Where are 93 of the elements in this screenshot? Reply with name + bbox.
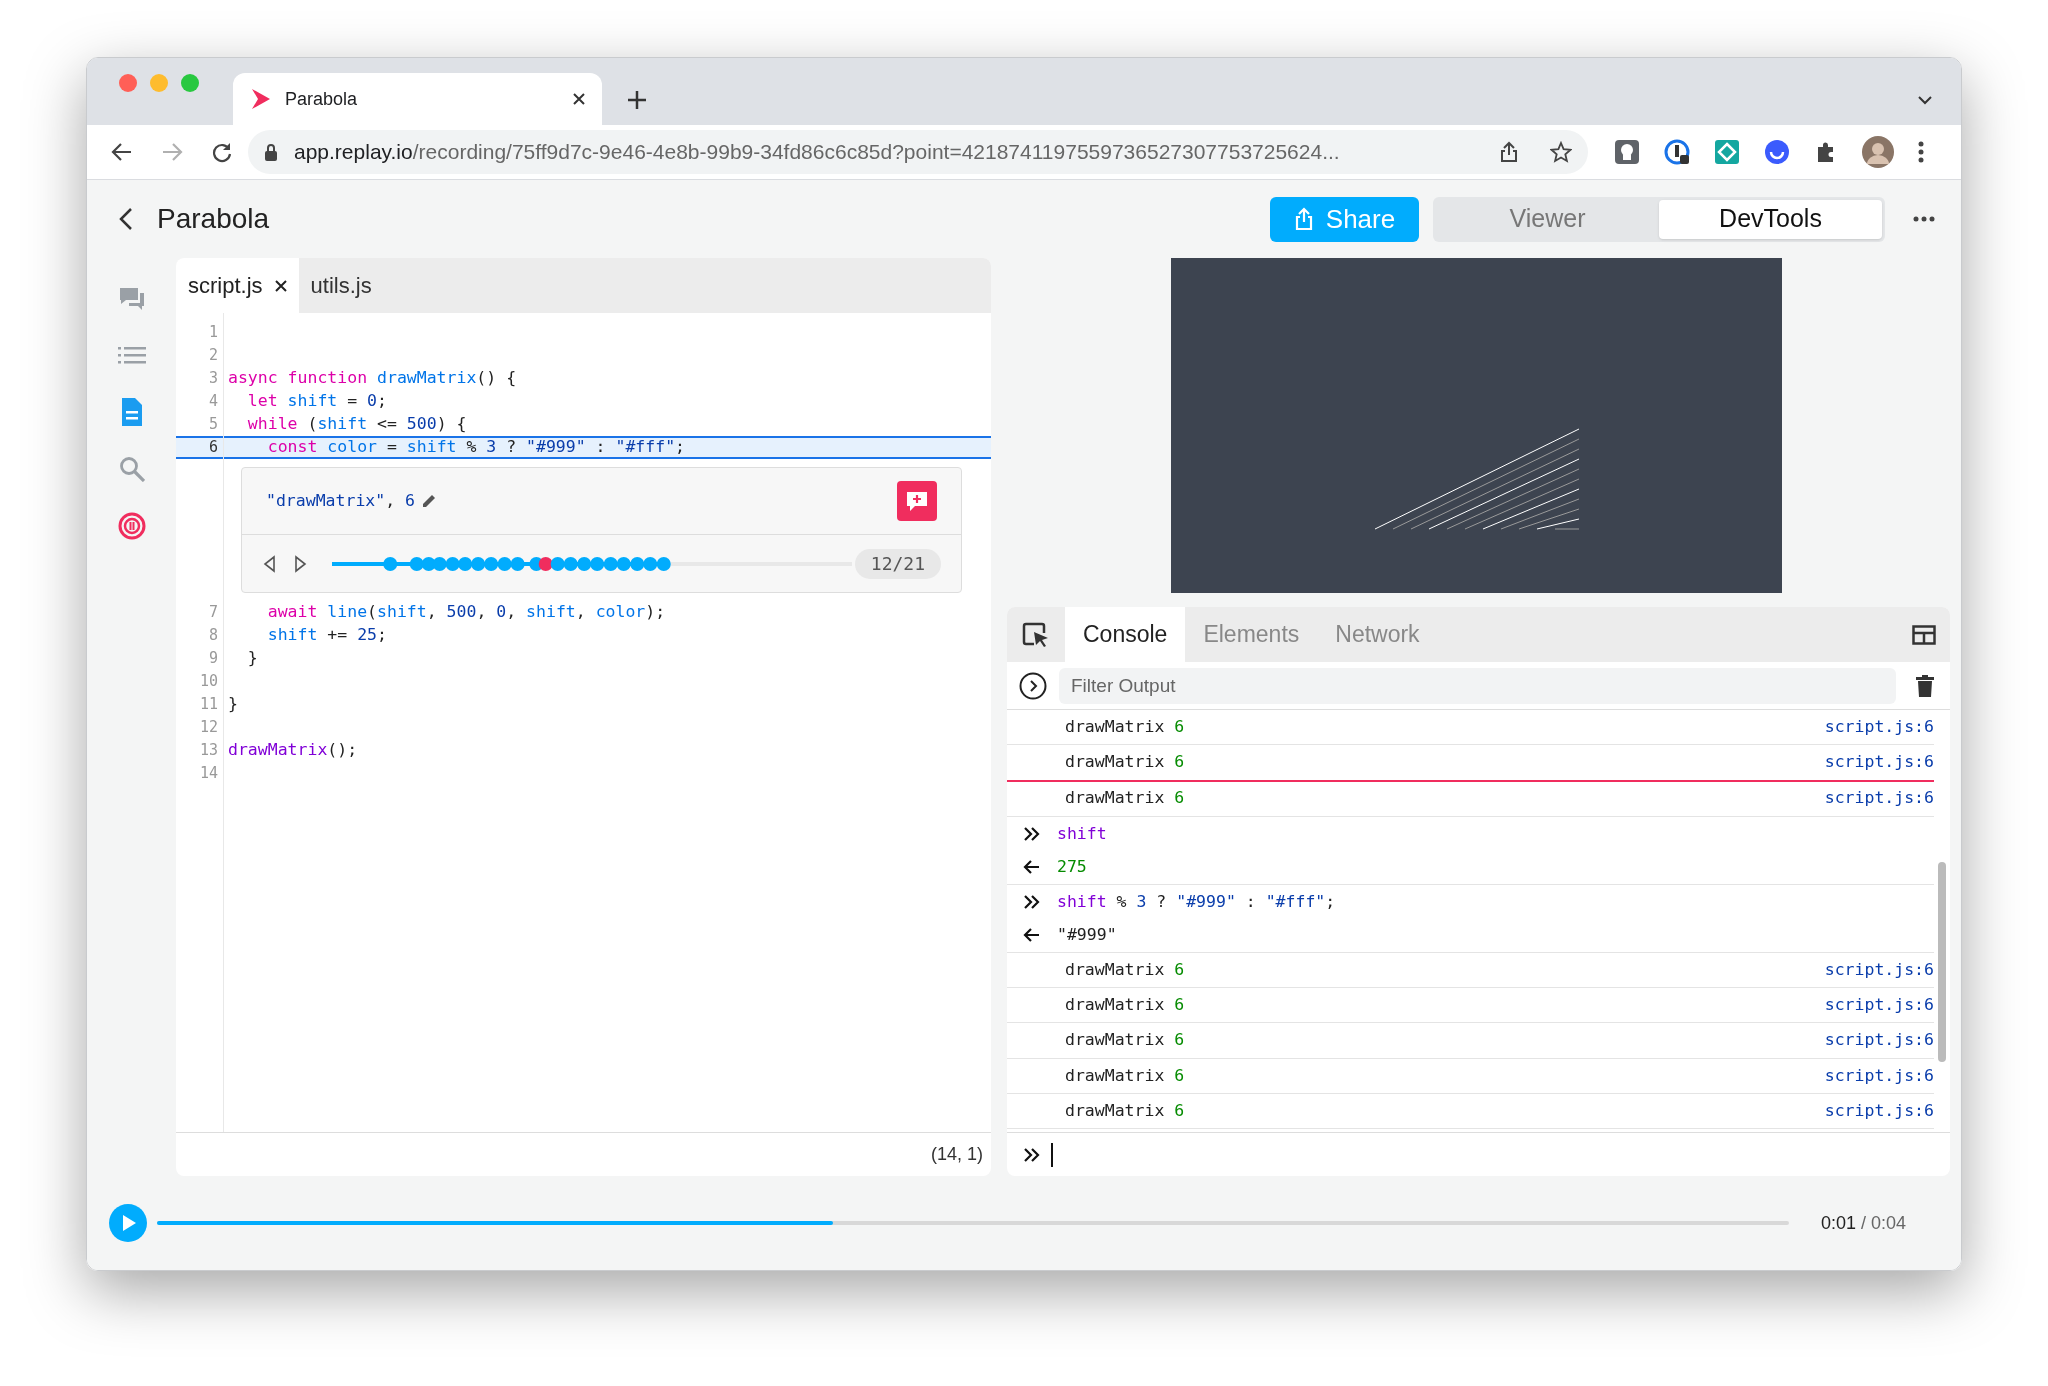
code-line: async function drawMatrix() { — [228, 367, 517, 390]
log-message: drawMatrix 6 — [1065, 787, 1185, 810]
console-command: shift — [1057, 822, 1107, 845]
extension-icon[interactable] — [1614, 139, 1640, 165]
line-number: 5 — [207, 414, 219, 436]
editor-tab[interactable]: script.js — [176, 258, 299, 313]
close-icon[interactable] — [572, 92, 586, 106]
recording-title: Parabola — [157, 202, 270, 236]
chevron-down-icon[interactable] — [1917, 95, 1933, 105]
add-comment-icon — [906, 490, 928, 512]
filter-field[interactable]: Filter Output — [1059, 667, 1896, 704]
source-link[interactable]: script.js:6 — [1824, 957, 1934, 983]
mode-tab[interactable]: Viewer — [1436, 199, 1659, 239]
timeline-track[interactable] — [157, 1221, 1789, 1225]
code-line: while (shift <= 500) { — [246, 413, 467, 436]
chevron-circle-icon[interactable] — [1019, 671, 1047, 700]
editor-tab[interactable]: utils.js — [298, 258, 384, 313]
extension-icon[interactable] — [1664, 139, 1690, 165]
close-icon[interactable] — [274, 279, 287, 292]
share-icon — [1293, 207, 1314, 231]
code-line: let shift = 0; — [246, 390, 387, 413]
tab-title: Parabola — [285, 87, 359, 111]
line-number: 11 — [198, 694, 219, 716]
line-number: 7 — [207, 602, 219, 624]
source-link[interactable]: script.js:6 — [1824, 992, 1934, 1018]
source-link[interactable]: script.js:6 — [1824, 1028, 1934, 1053]
source-link[interactable]: script.js:6 — [1824, 714, 1934, 740]
back-arrow-icon[interactable] — [111, 142, 133, 162]
avatar-icon[interactable] — [1862, 136, 1894, 168]
line-number: 1 — [207, 322, 219, 344]
pencil-icon[interactable] — [421, 493, 438, 509]
hit-counter: 12/21 — [854, 548, 941, 579]
new-tab-icon[interactable] — [626, 89, 648, 111]
source-link[interactable]: script.js:6 — [1824, 786, 1934, 812]
current-time: 0:01 — [1821, 1211, 1857, 1235]
scrollbar[interactable] — [1938, 862, 1946, 1062]
line-number: 3 — [207, 368, 219, 390]
line-number: 12 — [198, 717, 219, 739]
console-result: "#999" — [1057, 924, 1117, 946]
add-comment-button[interactable] — [897, 481, 937, 521]
prompt-icon — [1023, 894, 1041, 909]
prompt-icon — [1023, 826, 1041, 841]
line-number: 4 — [207, 391, 219, 413]
code-line: } — [228, 693, 238, 716]
prompt-icon — [1023, 1147, 1041, 1162]
mode-tab[interactable]: DevTools — [1659, 199, 1882, 239]
cursor-position: (14, 1) — [930, 1143, 983, 1166]
line-number: 2 — [207, 345, 219, 367]
code-line: const color = shift % 3 ? "#999" : "#fff"; — [266, 436, 686, 459]
line-number: 10 — [198, 671, 219, 693]
lock-icon — [264, 143, 278, 161]
line-number: 6 — [207, 437, 219, 459]
panel-tab[interactable]: Console — [1065, 607, 1186, 662]
source-link[interactable]: script.js:6 — [1824, 1063, 1934, 1089]
log-message: drawMatrix 6 — [1065, 715, 1185, 738]
back-chevron-icon[interactable] — [119, 207, 133, 231]
share-icon[interactable] — [1500, 141, 1518, 163]
menu-icon[interactable] — [1918, 141, 1924, 163]
line-number: 13 — [198, 740, 219, 762]
log-message: drawMatrix 6 — [1065, 1029, 1185, 1052]
next-icon[interactable] — [294, 554, 308, 573]
code-line: drawMatrix(); — [228, 739, 358, 762]
previous-icon[interactable] — [262, 554, 276, 573]
total-time: / 0:04 — [1861, 1211, 1907, 1235]
record-icon[interactable] — [117, 512, 146, 540]
code-line: await line(shift, 500, 0, shift, color); — [266, 601, 666, 624]
line-number: 9 — [207, 648, 219, 670]
reload-icon[interactable] — [211, 141, 233, 163]
inspect-icon[interactable] — [1022, 621, 1050, 648]
log-message: drawMatrix 6 — [1065, 1099, 1185, 1122]
console-command: shift % 3 ? "#999" : "#fff"; — [1057, 890, 1336, 913]
address-bar[interactable]: app.replay.io/recording/75ff9d7c-9e46-4e8b-99b9-34fd86c6c85d?point=4218741197559736527307753725624... — [248, 130, 1588, 174]
url-text: app.replay.io/recording/75ff9d7c-9e46-4e8b-99b9-34fd86c6c85d?point=4218741197559736527307753725624... — [294, 139, 1341, 166]
log-message: drawMatrix 6 — [1065, 958, 1185, 981]
browser-tab[interactable]: Parabola — [233, 73, 602, 125]
console-result: 275 — [1057, 856, 1087, 878]
log-message: drawMatrix 6 — [1065, 751, 1185, 774]
log-message: drawMatrix 6 — [1065, 1064, 1185, 1087]
log-message: drawMatrix 6 — [1065, 993, 1185, 1016]
source-link[interactable]: script.js:6 — [1824, 1098, 1934, 1124]
more-options-icon[interactable] — [1913, 216, 1935, 222]
line-number: 8 — [207, 625, 219, 647]
source-link[interactable]: script.js:6 — [1824, 750, 1934, 775]
code-line: shift += 25; — [266, 624, 387, 647]
result-arrow-icon — [1023, 928, 1041, 943]
trash-icon[interactable] — [1916, 674, 1934, 697]
line-number: 14 — [198, 763, 219, 785]
star-icon[interactable] — [1550, 141, 1572, 163]
code-line: } — [246, 647, 258, 670]
layout-icon[interactable] — [1912, 624, 1936, 645]
document-icon[interactable] — [119, 398, 144, 426]
log-expression[interactable]: "drawMatrix", 6 — [266, 488, 416, 514]
result-arrow-icon — [1023, 860, 1041, 875]
